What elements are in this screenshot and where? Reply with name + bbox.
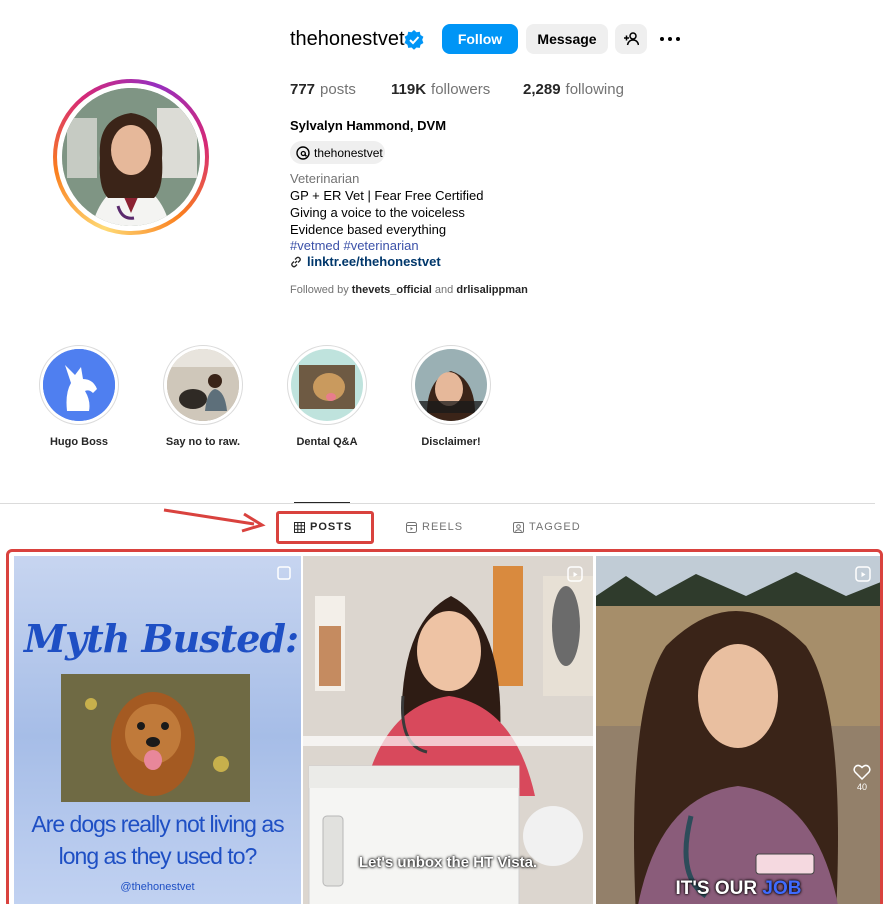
- threads-handle: thehonestvet: [314, 145, 383, 160]
- like-overlay: 40: [853, 764, 871, 792]
- verified-badge-icon: [404, 30, 424, 50]
- profile-username: thehonestvet: [290, 28, 405, 50]
- followed-by-account-1[interactable]: thevets_official: [352, 284, 432, 296]
- followed-by-account-2[interactable]: drlisalippman: [456, 284, 528, 296]
- more-options-icon[interactable]: [657, 30, 683, 48]
- carousel-icon: [277, 566, 291, 580]
- highlight-cover: [291, 349, 363, 421]
- post-headline: Myth Busted:: [24, 616, 299, 661]
- vet-with-dog-photo: [167, 349, 239, 421]
- posts-count: 777 posts: [290, 81, 356, 98]
- video-caption: IT'S OUR JOB: [596, 878, 880, 900]
- posts-tab-highlight-box: [276, 511, 374, 544]
- bio-line-2: Giving a voice to the voiceless: [290, 205, 465, 220]
- video-caption: Let's unbox the HT Vista.: [358, 854, 538, 871]
- highlight-ring: [163, 345, 243, 425]
- followed-by[interactable]: Followed by thevets_official and drlisal…: [290, 284, 528, 296]
- highlight-say-no-to-raw[interactable]: Say no to raw.: [163, 345, 243, 448]
- highlight-dental-qa[interactable]: Dental Q&A: [287, 345, 367, 448]
- following-link[interactable]: 2,289 following: [523, 81, 624, 98]
- message-button[interactable]: Message: [526, 24, 608, 54]
- posts-count-label: posts: [320, 81, 356, 98]
- video-caption-part-1: IT'S OUR: [675, 878, 758, 899]
- suggested-accounts-button[interactable]: [615, 24, 647, 54]
- highlight-cover: [43, 349, 115, 421]
- golden-retriever-image: [61, 674, 250, 802]
- followers-count-value: 119K: [391, 81, 427, 98]
- highlight-label: Disclaimer!: [421, 436, 481, 448]
- post-question: Are dogs really not living as long as th…: [14, 808, 301, 872]
- video-caption-part-2: JOB: [762, 878, 802, 899]
- post-tile-ht-vista-unbox[interactable]: Let's unbox the HT Vista.: [303, 556, 593, 904]
- avatar[interactable]: [62, 88, 200, 226]
- vet-talking-video-thumbnail: [596, 556, 880, 904]
- avatar-border: [57, 83, 205, 231]
- profile-full-name: Sylvalyn Hammond, DVM: [290, 118, 447, 133]
- link-icon: [291, 256, 301, 267]
- golden-retriever-photo: [61, 674, 250, 802]
- active-tab-indicator: [294, 502, 350, 503]
- annotation-arrow-icon: [163, 508, 266, 533]
- post-watermark-handle: @thehonestvet: [120, 881, 195, 893]
- follow-button[interactable]: Follow: [442, 24, 518, 54]
- bio-line-3: Evidence based everything: [290, 222, 447, 237]
- highlight-label: Dental Q&A: [296, 436, 358, 448]
- highlight-disclaimer[interactable]: Disclaimer!: [411, 345, 491, 448]
- threads-badge[interactable]: thehonestvet: [290, 141, 385, 164]
- tab-reels-label: REELS: [422, 521, 464, 533]
- followed-by-and: and: [434, 284, 454, 296]
- reels-icon: [406, 521, 417, 533]
- unboxing-video-thumbnail: [303, 556, 593, 904]
- following-count-value: 2,289: [523, 81, 561, 98]
- avatar-portrait: [62, 88, 200, 226]
- reel-icon: [567, 566, 583, 582]
- posts-grid-highlight-box: Myth Busted: Are dogs really not living …: [6, 549, 883, 904]
- selfie-photo: [415, 349, 487, 421]
- threads-icon: [296, 145, 310, 160]
- followers-count-label: followers: [431, 81, 491, 98]
- profile-link[interactable]: linktr.ee/thehonestvet: [290, 254, 441, 269]
- highlight-ring: [411, 345, 491, 425]
- highlight-ring: [287, 345, 367, 425]
- post-question-line-1: Are dogs really not living as: [31, 811, 284, 837]
- highlight-label: Hugo Boss: [49, 436, 109, 448]
- followed-by-prefix: Followed by: [290, 284, 349, 296]
- highlight-ring: [39, 345, 119, 425]
- heart-icon: [853, 764, 871, 781]
- bio-hashtags[interactable]: #vetmed #veterinarian: [290, 238, 419, 254]
- profile-avatar-ring[interactable]: [53, 79, 209, 235]
- following-count-label: following: [565, 81, 624, 98]
- bio-line-1: GP + ER Vet | Fear Free Certified: [290, 188, 484, 203]
- german-shepherd-icon: [43, 349, 115, 421]
- posts-count-value: 777: [290, 81, 316, 98]
- profile-category: Veterinarian: [290, 171, 360, 186]
- add-user-icon: [624, 32, 639, 46]
- tab-tagged[interactable]: TAGGED: [513, 521, 581, 533]
- dog-dental-photo: [291, 349, 363, 421]
- tabs-divider: [0, 503, 875, 504]
- like-count: 40: [856, 782, 867, 792]
- tab-tagged-label: TAGGED: [529, 521, 581, 533]
- post-question-line-2: long as they used to?: [58, 843, 258, 869]
- tab-reels[interactable]: REELS: [406, 521, 463, 533]
- highlight-hugo-boss[interactable]: Hugo Boss: [39, 345, 119, 448]
- post-tile-myth-busted[interactable]: Myth Busted: Are dogs really not living …: [14, 556, 301, 904]
- tagged-icon: [513, 521, 524, 533]
- profile-link-text[interactable]: linktr.ee/thehonestvet: [307, 254, 441, 269]
- followers-link[interactable]: 119K followers: [391, 81, 490, 98]
- highlight-label: Say no to raw.: [165, 436, 241, 448]
- post-tile-its-our-job[interactable]: IT'S OUR JOB 40: [596, 556, 880, 904]
- highlight-cover: [167, 349, 239, 421]
- reel-icon: [855, 566, 871, 582]
- highlight-cover: [415, 349, 487, 421]
